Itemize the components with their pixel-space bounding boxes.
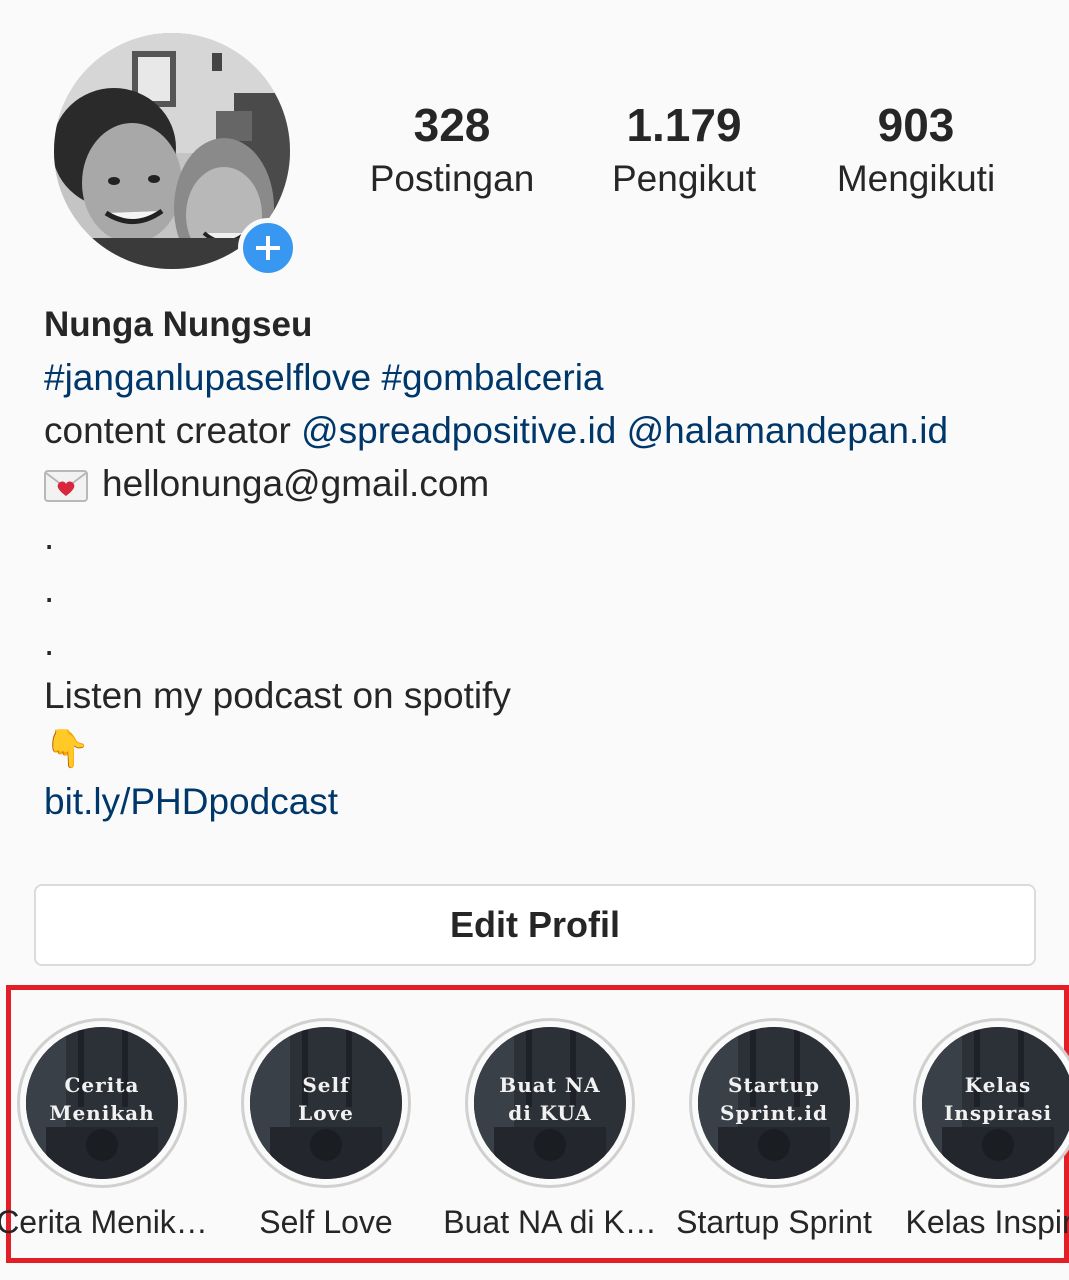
highlight-ring: Kelas Inspirasi xyxy=(913,1018,1069,1188)
highlight-cover: Self Love xyxy=(250,1027,402,1179)
story-highlight[interactable]: Kelas Inspirasi Kelas Inspira xyxy=(886,1018,1069,1242)
cover-line: Self xyxy=(302,1073,350,1097)
highlight-cover: Buat NA di KUA xyxy=(474,1027,626,1179)
story-highlight[interactable]: Self Love Self Love xyxy=(214,1018,438,1242)
highlight-ring: Buat NA di KUA xyxy=(465,1018,635,1188)
podcast-link[interactable]: bit.ly/PHDpodcast xyxy=(44,775,1044,828)
story-highlight[interactable]: Buat NA di KUA Buat NA di K… xyxy=(438,1018,662,1242)
cover-line: Menikah xyxy=(49,1101,155,1125)
add-story-button[interactable] xyxy=(238,218,298,278)
following-label: Mengikuti xyxy=(836,158,996,199)
stat-followers[interactable]: 1.179 Pengikut xyxy=(568,96,800,202)
highlight-label: Cerita Menik… xyxy=(0,1204,208,1240)
stat-posts[interactable]: 328 Postingan xyxy=(336,96,568,202)
posts-count: 328 xyxy=(413,99,491,151)
posts-label: Postingan xyxy=(369,158,535,199)
highlight-cover-text: Buat NA di KUA xyxy=(474,1071,626,1127)
stat-following[interactable]: 903 Mengikuti xyxy=(800,96,1032,202)
mention-link[interactable]: @halamandepan.id xyxy=(627,410,948,451)
bio-dot-line: . xyxy=(44,516,55,557)
followers-count: 1.179 xyxy=(626,99,742,151)
story-highlight[interactable]: Cerita Menikah Cerita Menik… xyxy=(0,1018,214,1242)
highlight-cover: Cerita Menikah xyxy=(26,1027,178,1179)
highlight-cover: Startup Sprint.id xyxy=(698,1027,850,1179)
highlight-label: Kelas Inspira xyxy=(905,1204,1069,1240)
highlight-cover-text: Cerita Menikah xyxy=(26,1071,178,1127)
bio-role-line: content creator @spreadpositive.id @hala… xyxy=(44,404,1044,457)
bio-dot-line: . xyxy=(44,622,55,663)
profile-picture-container[interactable] xyxy=(54,33,298,278)
email-text: hellonunga@gmail.com xyxy=(102,463,490,504)
bio-hashtags-line: #janganlupaselflove #gombalceria xyxy=(44,351,1044,404)
highlight-ring: Startup Sprint.id xyxy=(689,1018,859,1188)
cover-line: Love xyxy=(298,1101,354,1125)
highlight-cover-text: Startup Sprint.id xyxy=(698,1071,850,1127)
plus-icon xyxy=(256,236,280,260)
following-count: 903 xyxy=(877,99,955,151)
highlight-cover-text: Self Love xyxy=(250,1071,402,1127)
bio-email-line: hellonunga@gmail.com xyxy=(44,457,1044,510)
highlight-cover: Kelas Inspirasi xyxy=(922,1027,1069,1179)
highlight-ring: Cerita Menikah xyxy=(17,1018,187,1188)
hashtag-link[interactable]: #gombalceria xyxy=(381,357,603,398)
highlight-label: Startup Sprint xyxy=(676,1204,872,1240)
pointing-down-emoji: 👇 xyxy=(44,728,91,769)
highlight-cover-text: Kelas Inspirasi xyxy=(922,1071,1069,1127)
story-highlight[interactable]: Startup Sprint.id Startup Sprint xyxy=(662,1018,886,1242)
podcast-text: Listen my podcast on spotify xyxy=(44,675,511,716)
bio-dot-line: . xyxy=(44,569,55,610)
cover-line: Startup xyxy=(728,1073,820,1097)
profile-bio: Nunga Nungseu #janganlupaselflove #gomba… xyxy=(44,298,1044,828)
highlight-label: Self Love xyxy=(259,1204,393,1240)
highlight-label: Buat NA di K… xyxy=(443,1204,657,1240)
hashtag-link[interactable]: #janganlupaselflove xyxy=(44,357,371,398)
cover-line: Kelas xyxy=(964,1073,1032,1097)
highlight-ring: Self Love xyxy=(241,1018,411,1188)
cover-line: di KUA xyxy=(508,1101,592,1125)
profile-stats: 328 Postingan 1.179 Pengikut 903 Mengiku… xyxy=(336,96,1036,216)
cover-line: Cerita xyxy=(64,1073,140,1097)
profile-name: Nunga Nungseu xyxy=(44,305,313,344)
role-text: content creator xyxy=(44,410,291,451)
mention-link[interactable]: @spreadpositive.id xyxy=(301,410,616,451)
cover-line: Inspirasi xyxy=(943,1101,1053,1125)
love-letter-envelope-icon xyxy=(44,463,88,516)
followers-label: Pengikut xyxy=(612,158,756,199)
cover-line: Buat NA xyxy=(499,1073,601,1097)
edit-profile-button[interactable]: Edit Profil xyxy=(34,884,1036,966)
cover-line: Sprint.id xyxy=(720,1101,828,1125)
